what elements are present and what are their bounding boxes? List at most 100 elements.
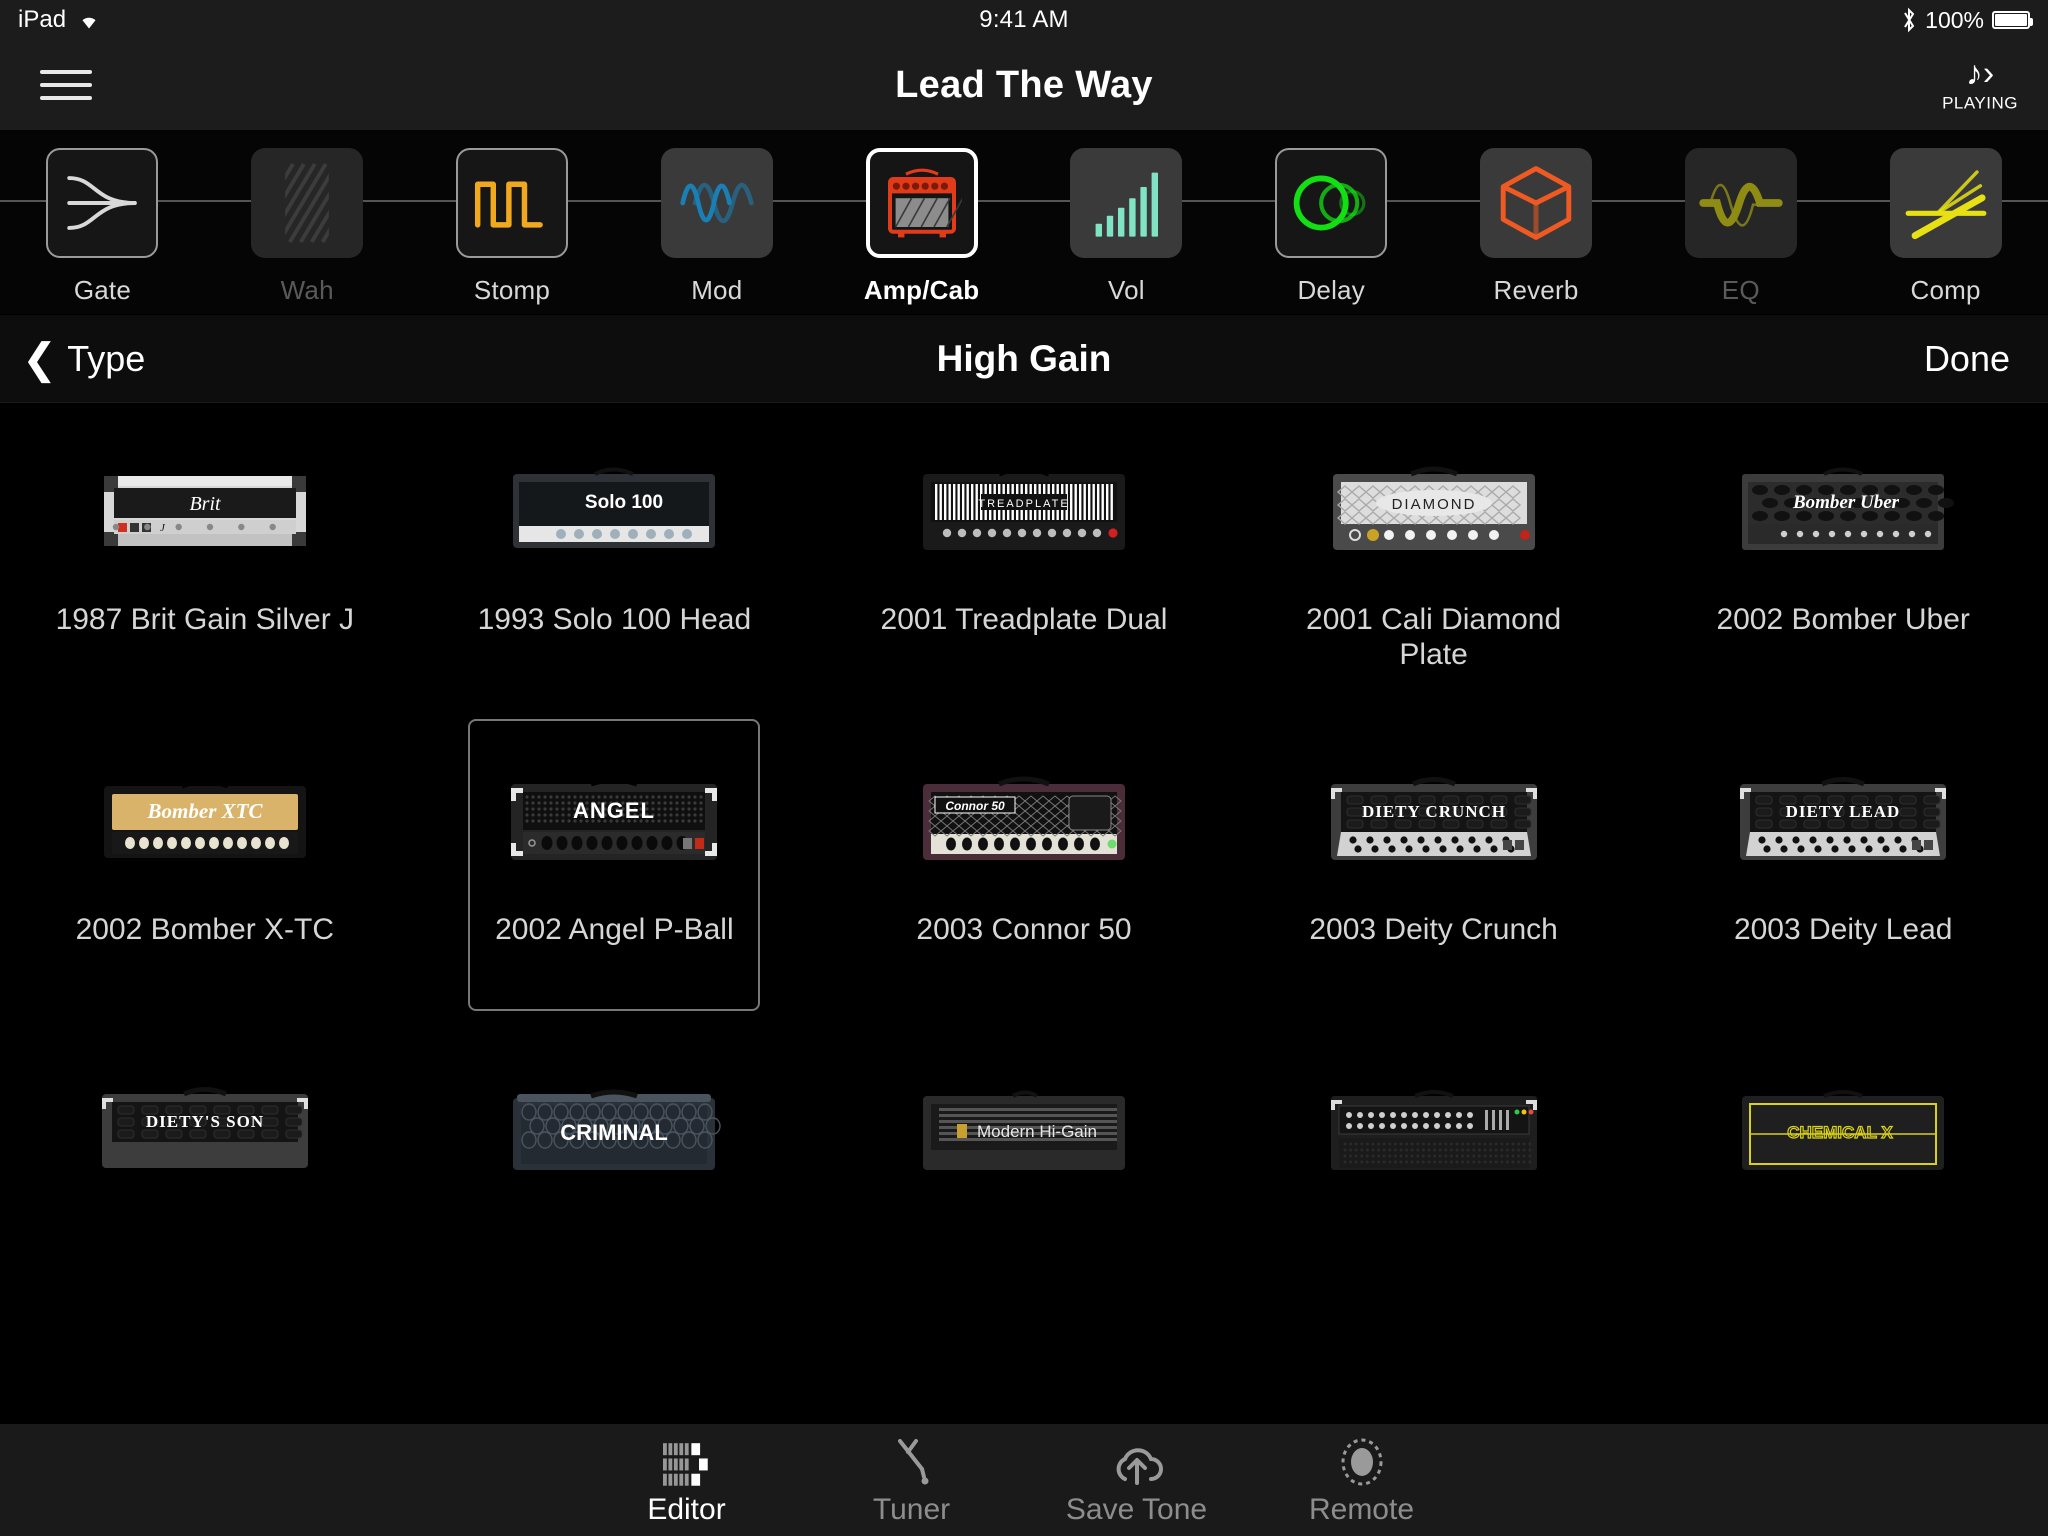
svg-text:DIETY LEAD: DIETY LEAD bbox=[1786, 802, 1901, 821]
remote-knob-icon bbox=[1339, 1433, 1385, 1487]
amp-model-list[interactable]: BritJ 1987 Brit Gain Silver J Solo 100 1993… bbox=[0, 403, 2048, 1536]
model-browser-nav: ❮ Type High Gain Done bbox=[0, 315, 2048, 403]
amp-model-cell[interactable]: Bomber XTC 2002 Bomber X-TC bbox=[0, 713, 410, 1023]
volume-bars-icon[interactable] bbox=[1070, 148, 1182, 258]
sine-waves-icon[interactable] bbox=[661, 148, 773, 258]
svg-text:Bomber Uber: Bomber Uber bbox=[1792, 492, 1900, 513]
amp-thumbnail: Solo 100 bbox=[499, 427, 729, 597]
wah-hatch-icon[interactable] bbox=[251, 148, 363, 258]
svg-text:Bomber XTC: Bomber XTC bbox=[146, 799, 263, 823]
page-title: Lead The Way bbox=[0, 64, 2048, 107]
bottom-tab-bar: Editor Tuner Save Tone Remote bbox=[0, 1424, 2048, 1536]
svg-text:DIETY'S SON: DIETY'S SON bbox=[146, 1112, 264, 1131]
chain-slot-label: Gate bbox=[74, 275, 131, 306]
chain-slot-label: Comp bbox=[1910, 275, 1980, 306]
bluetooth-icon bbox=[1901, 7, 1917, 33]
chain-slot-label: Mod bbox=[691, 275, 742, 306]
amp-model-cell[interactable]: DIAMOND 2001 Cali Diamond Plate bbox=[1229, 403, 1639, 713]
svg-text:Modern Hi-Gain: Modern Hi-Gain bbox=[977, 1122, 1097, 1141]
amp-thumbnail: DIETY LEAD bbox=[1728, 737, 1958, 907]
square-wave-icon[interactable] bbox=[456, 148, 568, 258]
amp-model-cell[interactable]: Bomber Uber 2002 Bomber Uber bbox=[1638, 403, 2048, 713]
amp-grid: BritJ 1987 Brit Gain Silver J Solo 100 1993… bbox=[0, 403, 2048, 1333]
chain-slot-mod[interactable]: Mod bbox=[614, 148, 819, 314]
signal-chain-slots: Gate WahStomp Mod Amp/Cab Vol Delay Reverb EQ Co… bbox=[0, 130, 2048, 314]
svg-text:DIETY CRUNCH: DIETY CRUNCH bbox=[1362, 802, 1506, 821]
chain-slot-label: EQ bbox=[1722, 275, 1760, 306]
chain-slot-wah[interactable]: Wah bbox=[205, 148, 410, 314]
amp-model-cell[interactable]: BritJ 1987 Brit Gain Silver J bbox=[0, 403, 410, 713]
amp-model-cell[interactable]: Modern Hi-Gain bbox=[819, 1023, 1229, 1333]
chain-slot-comp[interactable]: Comp bbox=[1843, 148, 2048, 314]
amp-thumbnail bbox=[1319, 1047, 1549, 1217]
eq-curve-icon[interactable] bbox=[1685, 148, 1797, 258]
amp-thumbnail: DIAMOND bbox=[1319, 427, 1549, 597]
tab-label: Remote bbox=[1309, 1493, 1414, 1527]
status-clock: 9:41 AM bbox=[0, 6, 2048, 34]
compressor-fan-icon[interactable] bbox=[1890, 148, 2002, 258]
amp-model-name: 2002 Bomber X-TC bbox=[55, 913, 355, 948]
tab-tuner[interactable]: Tuner bbox=[799, 1433, 1024, 1527]
chain-slot-amp-cab[interactable]: Amp/Cab bbox=[819, 148, 1024, 314]
amp-model-name: 2003 Deity Lead bbox=[1693, 913, 1993, 948]
amp-model-name: 2001 Cali Diamond Plate bbox=[1284, 603, 1584, 672]
amp-model-name: 2001 Treadplate Dual bbox=[874, 603, 1174, 638]
amp-model-cell[interactable]: Connor 50 2003 Connor 50 bbox=[819, 713, 1229, 1023]
chain-slot-label: Vol bbox=[1108, 275, 1145, 306]
amp-thumbnail: BritJ bbox=[90, 427, 320, 597]
amp-model-cell[interactable]: DIETY CRUNCH2003 Deity Crunch bbox=[1229, 713, 1639, 1023]
noise-gate-curve-icon[interactable] bbox=[46, 148, 158, 258]
delay-circles-icon[interactable] bbox=[1275, 148, 1387, 258]
amp-model-name: 2003 Connor 50 bbox=[874, 913, 1174, 948]
back-label: Type bbox=[67, 338, 145, 380]
category-title: High Gain bbox=[0, 338, 2048, 380]
amp-thumbnail: CRIMINAL bbox=[499, 1047, 729, 1217]
amp-model-name: 2002 Angel P-Ball bbox=[464, 913, 764, 948]
hamburger-menu-icon[interactable] bbox=[40, 61, 92, 109]
tab-remote[interactable]: Remote bbox=[1249, 1433, 1474, 1527]
tab-label: Editor bbox=[647, 1493, 725, 1527]
chain-slot-stomp[interactable]: Stomp bbox=[410, 148, 615, 314]
amp-thumbnail: Bomber Uber bbox=[1728, 427, 1958, 597]
amp-model-cell[interactable] bbox=[1229, 1023, 1639, 1333]
amp-thumbnail: DIETY CRUNCH bbox=[1319, 737, 1549, 907]
amp-model-name: 1993 Solo 100 Head bbox=[464, 603, 764, 638]
amp-model-name: 2002 Bomber Uber bbox=[1693, 603, 1993, 638]
amplifier-icon[interactable] bbox=[866, 148, 978, 258]
tab-save-tone[interactable]: Save Tone bbox=[1024, 1433, 1249, 1527]
app-title-bar: Lead The Way ♪› PLAYING bbox=[0, 40, 2048, 130]
tab-editor[interactable]: Editor bbox=[574, 1433, 799, 1527]
amp-thumbnail: Connor 50 bbox=[909, 737, 1139, 907]
editor-grid-icon bbox=[663, 1433, 711, 1487]
music-note-icon: ♪› bbox=[1942, 57, 2018, 91]
svg-text:ANGEL: ANGEL bbox=[573, 798, 655, 823]
done-button[interactable]: Done bbox=[1924, 338, 2010, 380]
chain-slot-gate[interactable]: Gate bbox=[0, 148, 205, 314]
signal-chain: Gate WahStomp Mod Amp/Cab Vol Delay Reverb EQ Co… bbox=[0, 130, 2048, 315]
tab-label: Save Tone bbox=[1066, 1493, 1207, 1527]
playing-label: PLAYING bbox=[1942, 94, 2018, 114]
chain-slot-reverb[interactable]: Reverb bbox=[1434, 148, 1639, 314]
amp-thumbnail: TREADPLATE bbox=[909, 427, 1139, 597]
chain-slot-delay[interactable]: Delay bbox=[1229, 148, 1434, 314]
amp-model-cell[interactable]: ANGEL 2002 Angel P-Ball bbox=[410, 713, 820, 1023]
amp-model-name: 1987 Brit Gain Silver J bbox=[55, 603, 355, 638]
back-to-type-button[interactable]: ❮ Type bbox=[22, 338, 145, 380]
amp-model-cell[interactable]: Solo 100 1993 Solo 100 Head bbox=[410, 403, 820, 713]
cloud-upload-icon bbox=[1110, 1433, 1164, 1487]
svg-text:Connor 50: Connor 50 bbox=[945, 799, 1005, 813]
amp-model-cell[interactable]: DIETY LEAD 2003 Deity Lead bbox=[1638, 713, 2048, 1023]
amp-model-cell[interactable]: DIETY'S SON bbox=[0, 1023, 410, 1333]
app-screen: iPad 9:41 AM 100% Lead The Way ♪› PLAYIN… bbox=[0, 0, 2048, 1536]
tab-label: Tuner bbox=[873, 1493, 950, 1527]
amp-model-cell[interactable]: CRIMINAL bbox=[410, 1023, 820, 1333]
amp-model-cell[interactable]: CHEMICAL X bbox=[1638, 1023, 2048, 1333]
chain-slot-label: Reverb bbox=[1493, 275, 1578, 306]
reverb-cube-icon[interactable] bbox=[1480, 148, 1592, 258]
svg-text:DIAMOND: DIAMOND bbox=[1391, 496, 1476, 513]
amp-model-cell[interactable]: TREADPLATE 2001 Treadplate Dual bbox=[819, 403, 1229, 713]
status-right: 100% bbox=[1901, 7, 2030, 34]
playing-indicator[interactable]: ♪› PLAYING bbox=[1942, 57, 2018, 114]
chain-slot-vol[interactable]: Vol bbox=[1024, 148, 1229, 314]
chain-slot-eq[interactable]: EQ bbox=[1638, 148, 1843, 314]
